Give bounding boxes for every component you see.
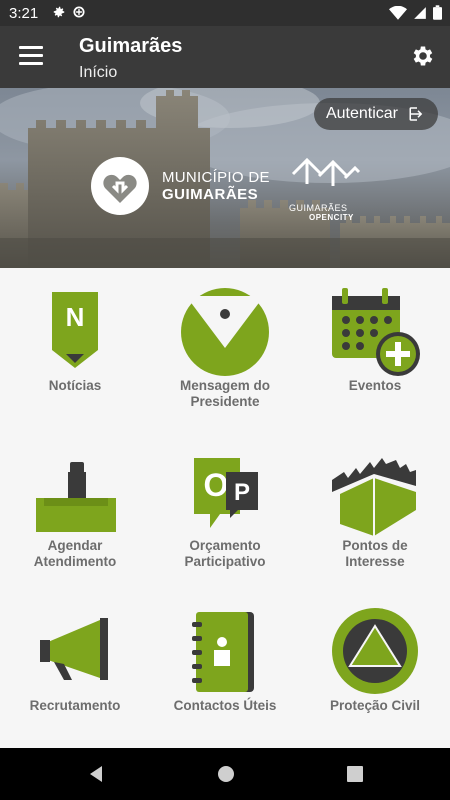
civil-protection-icon xyxy=(332,608,418,694)
tile-label: Orçamento xyxy=(189,538,261,553)
opencity-line1: GUIMARÃES xyxy=(289,203,348,213)
president-message-icon xyxy=(181,288,269,376)
municipio-heart-logo-icon xyxy=(91,157,149,215)
data-saver-icon xyxy=(73,6,85,18)
tile-mensagem-presidente[interactable]: Mensagem do Presidente xyxy=(150,268,300,428)
back-icon[interactable] xyxy=(86,764,106,784)
useful-contacts-icon xyxy=(192,612,254,692)
recruitment-megaphone-icon xyxy=(40,618,108,680)
tile-label: Pontos de xyxy=(342,538,408,553)
tile-label: Agendar xyxy=(47,538,103,553)
tile-agendar-atendimento[interactable]: Agendar Atendimento xyxy=(0,428,150,588)
cell-signal-icon xyxy=(414,6,426,19)
tile-recrutamento[interactable]: Recrutamento xyxy=(0,588,150,748)
tile-label: Contactos Úteis xyxy=(173,698,277,713)
home-icon[interactable] xyxy=(216,764,236,784)
tile-label: Proteção Civil xyxy=(329,698,421,713)
tile-label-line2: Presidente xyxy=(190,394,260,409)
recents-icon[interactable] xyxy=(345,764,365,784)
tile-label: Eventos xyxy=(348,378,402,393)
page-subtitle: Início xyxy=(79,64,118,81)
municipio-line2: GUIMARÃES xyxy=(162,186,259,203)
login-icon xyxy=(409,107,423,121)
app-bar: Guimarães Início xyxy=(0,26,450,88)
tile-label: Recrutamento xyxy=(29,698,121,713)
system-navigation-bar xyxy=(0,748,450,800)
tile-label: Mensagem do xyxy=(179,378,271,393)
opencity-line2: OPENCITY xyxy=(309,213,354,222)
authenticate-label: Autenticar xyxy=(325,105,398,122)
tile-contactos-uteis[interactable]: Contactos Úteis xyxy=(150,588,300,748)
tile-protecao-civil[interactable]: Proteção Civil xyxy=(300,588,450,748)
authenticate-button[interactable]: Autenticar xyxy=(313,98,438,130)
tile-label-line2: Interesse xyxy=(345,554,405,569)
events-calendar-icon xyxy=(332,288,420,376)
settings-gear-icon[interactable] xyxy=(410,43,436,69)
menu-icon[interactable] xyxy=(19,46,43,66)
wifi-icon xyxy=(389,5,407,20)
tile-label-line2: Atendimento xyxy=(33,554,117,569)
appointment-icon xyxy=(36,462,116,532)
battery-icon xyxy=(433,5,442,20)
participatory-budget-icon: O P xyxy=(194,458,258,528)
tile-label: Notícias xyxy=(48,378,102,393)
svg-text:N: N xyxy=(66,302,85,332)
hero-banner: Autenticar MUNICÍPIO DE GUIMARÃES GUIMAR… xyxy=(0,88,450,268)
svg-text:P: P xyxy=(234,479,250,506)
tile-orcamento-participativo[interactable]: O P Orçamento Participativo xyxy=(150,428,300,588)
opencity-roofs-logo-icon xyxy=(291,157,361,186)
status-time: 3:21 xyxy=(9,5,39,22)
menu-grid: N Notícias Mensagem do Presidente Evento… xyxy=(0,268,450,748)
news-icon: N xyxy=(52,292,98,368)
municipio-logo: MUNICÍPIO DE GUIMARÃES xyxy=(90,156,270,216)
tile-eventos[interactable]: Eventos xyxy=(300,268,450,428)
svg-text:O: O xyxy=(204,467,229,503)
status-bar: 3:21 xyxy=(0,0,450,26)
tile-label-line2: Participativo xyxy=(184,554,266,569)
page-title: Guimarães xyxy=(79,35,183,57)
settings-notification-icon xyxy=(53,6,65,18)
tile-noticias[interactable]: N Notícias xyxy=(0,268,150,428)
municipio-line1: MUNICÍPIO DE xyxy=(162,169,270,186)
points-of-interest-icon xyxy=(332,458,416,536)
tile-pontos-interesse[interactable]: Pontos de Interesse xyxy=(300,428,450,588)
opencity-logo: GUIMARÃES OPENCITY xyxy=(289,154,361,222)
